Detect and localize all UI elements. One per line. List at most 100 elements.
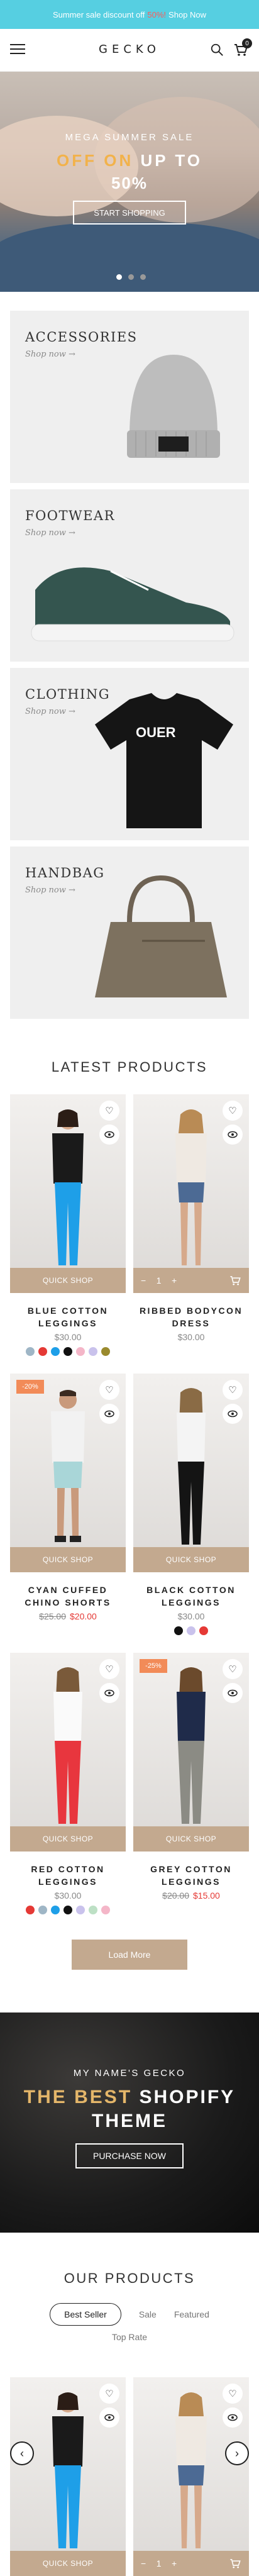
product-name[interactable]: BLUE COTTON LEGGINGS	[10, 1304, 126, 1330]
product-image[interactable]: ♡ QUICK SHOP	[133, 1374, 249, 1572]
add-to-cart-icon[interactable]	[229, 2557, 241, 2570]
product-image[interactable]: ♡ QUICK SHOP	[10, 2377, 126, 2576]
swatch[interactable]	[187, 1626, 196, 1635]
add-to-cart-icon[interactable]	[229, 1274, 241, 1287]
category-card-footwear[interactable]: FOOTWEAR Shop now →	[10, 489, 249, 662]
quick-view-eye-icon[interactable]	[223, 1404, 243, 1424]
swatch[interactable]	[89, 1906, 97, 1914]
quick-shop-button[interactable]: QUICK SHOP	[133, 1826, 249, 1852]
slider-dot[interactable]	[116, 274, 122, 280]
category-link[interactable]: Shop now →	[25, 350, 75, 359]
swatch[interactable]	[89, 1347, 97, 1356]
swatch[interactable]	[63, 1347, 72, 1356]
quantity-value[interactable]: 1	[157, 1275, 162, 1285]
sneaker-image	[31, 567, 234, 641]
swatch[interactable]	[101, 1906, 110, 1914]
banner-title-line2: THEME	[92, 2111, 167, 2131]
swatch[interactable]	[174, 1626, 183, 1635]
minus-icon[interactable]: −	[141, 1275, 146, 1285]
tab-best-seller[interactable]: Best Seller	[50, 2303, 121, 2326]
tab-top-rate[interactable]: Top Rate	[0, 2332, 259, 2342]
quick-shop-button[interactable]: QUICK SHOP	[10, 1547, 126, 1572]
swatch[interactable]	[38, 1906, 47, 1914]
purchase-now-button[interactable]: PURCHASE NOW	[75, 2143, 184, 2168]
product-image[interactable]: ♡ QUICK SHOP	[10, 1094, 126, 1293]
quick-view-eye-icon[interactable]	[223, 1683, 243, 1703]
category-card-handbag[interactable]: HANDBAG Shop now →	[10, 847, 249, 1019]
product-image[interactable]: ♡ − 1 +	[133, 1094, 249, 1293]
wishlist-heart-icon[interactable]: ♡	[223, 1659, 243, 1679]
quick-view-eye-icon[interactable]	[99, 1683, 119, 1703]
wishlist-heart-icon[interactable]: ♡	[223, 1380, 243, 1400]
beanie-image	[127, 355, 220, 458]
product-name[interactable]: RED COTTON LEGGINGS	[10, 1863, 126, 1888]
product-image[interactable]: ♡ QUICK SHOP	[10, 1653, 126, 1852]
category-link[interactable]: Shop now →	[25, 886, 75, 895]
wishlist-heart-icon[interactable]: ♡	[99, 1101, 119, 1121]
quick-view-eye-icon[interactable]	[99, 1124, 119, 1145]
product-price: $30.00	[177, 1332, 205, 1342]
swatch[interactable]	[26, 1906, 35, 1914]
category-card-accessories[interactable]: ACCESSORIES Shop now →	[10, 311, 249, 483]
minus-icon[interactable]: −	[141, 2558, 146, 2568]
tab-featured[interactable]: Featured	[174, 2309, 209, 2319]
slider-dot[interactable]	[128, 274, 134, 280]
product-name[interactable]: CYAN CUFFED CHINO SHORTS	[10, 1584, 126, 1609]
swatch[interactable]	[51, 1347, 60, 1356]
wishlist-heart-icon[interactable]: ♡	[99, 1380, 119, 1400]
quick-view-eye-icon[interactable]	[99, 1404, 119, 1424]
swatch[interactable]	[26, 1347, 35, 1356]
category-card-clothing[interactable]: CLOTHING Shop now → OUER	[10, 668, 249, 840]
hero-title-rest: UP TO	[140, 151, 202, 170]
product-name[interactable]: GREY COTTON LEGGINGS	[133, 1863, 249, 1888]
announcement-bar: Summer sale discount off 50%! Shop Now	[0, 0, 259, 29]
swatch[interactable]	[63, 1906, 72, 1914]
product-price: $30.00	[54, 1332, 82, 1342]
product-price: $20.00 $15.00	[133, 1890, 249, 1901]
wishlist-heart-icon[interactable]: ♡	[223, 1101, 243, 1121]
swatch[interactable]	[51, 1906, 60, 1914]
quick-view-eye-icon[interactable]	[223, 2407, 243, 2428]
announcement-link[interactable]: Shop Now	[168, 10, 206, 19]
model-figure	[177, 1388, 206, 1545]
search-icon[interactable]	[210, 43, 224, 57]
quick-view-eye-icon[interactable]	[223, 1124, 243, 1145]
tab-sale[interactable]: Sale	[139, 2309, 157, 2319]
quantity-stepper[interactable]: − 1 +	[141, 1275, 177, 1285]
hero-slider: MEGA SUMMER SALE OFF ON UP TO 50% START …	[0, 72, 259, 292]
svg-text:OUER: OUER	[136, 724, 176, 740]
product-price: $25.00 $20.00	[10, 1611, 126, 1621]
plus-icon[interactable]: +	[172, 1275, 177, 1285]
carousel-next-arrow-icon[interactable]: ›	[225, 2441, 249, 2465]
product-tabs: Best Seller Sale Featured	[0, 2302, 259, 2327]
swatch[interactable]	[199, 1626, 208, 1635]
product-image[interactable]: -25% ♡ QUICK SHOP	[133, 1653, 249, 1852]
wishlist-heart-icon[interactable]: ♡	[99, 2384, 119, 2404]
quick-shop-button[interactable]: QUICK SHOP	[10, 2551, 126, 2576]
model-figure	[53, 1667, 82, 1824]
load-more-button[interactable]: Load More	[72, 1940, 187, 1970]
carousel-prev-arrow-icon[interactable]: ‹	[10, 2441, 34, 2465]
wishlist-heart-icon[interactable]: ♡	[223, 2384, 243, 2404]
our-products-title: OUR PRODUCTS	[63, 2270, 196, 2286]
quantity-stepper[interactable]: − 1 +	[141, 2558, 177, 2568]
swatch[interactable]	[38, 1347, 47, 1356]
product-name[interactable]: BLACK COTTON LEGGINGS	[133, 1584, 249, 1609]
plus-icon[interactable]: +	[172, 2558, 177, 2568]
swatch[interactable]	[76, 1347, 85, 1356]
quick-shop-button[interactable]: QUICK SHOP	[10, 1826, 126, 1852]
start-shopping-button[interactable]: START SHOPPING	[73, 201, 186, 225]
product-image[interactable]: -20% ♡ QUICK SHOP	[10, 1374, 126, 1572]
quick-shop-button[interactable]: QUICK SHOP	[133, 1547, 249, 1572]
quantity-value[interactable]: 1	[157, 2558, 162, 2568]
product-image[interactable]: ♡ − 1 +	[133, 2377, 249, 2576]
quick-shop-button[interactable]: QUICK SHOP	[10, 1268, 126, 1293]
swatch[interactable]	[76, 1906, 85, 1914]
wishlist-heart-icon[interactable]: ♡	[99, 1659, 119, 1679]
announcement-highlight: 50%!	[147, 9, 167, 19]
product-name[interactable]: RIBBED BODYCON DRESS	[133, 1304, 249, 1330]
swatch[interactable]	[101, 1347, 110, 1356]
slider-dot[interactable]	[140, 274, 146, 280]
quick-view-eye-icon[interactable]	[99, 2407, 119, 2428]
category-link[interactable]: Shop now →	[25, 707, 75, 716]
